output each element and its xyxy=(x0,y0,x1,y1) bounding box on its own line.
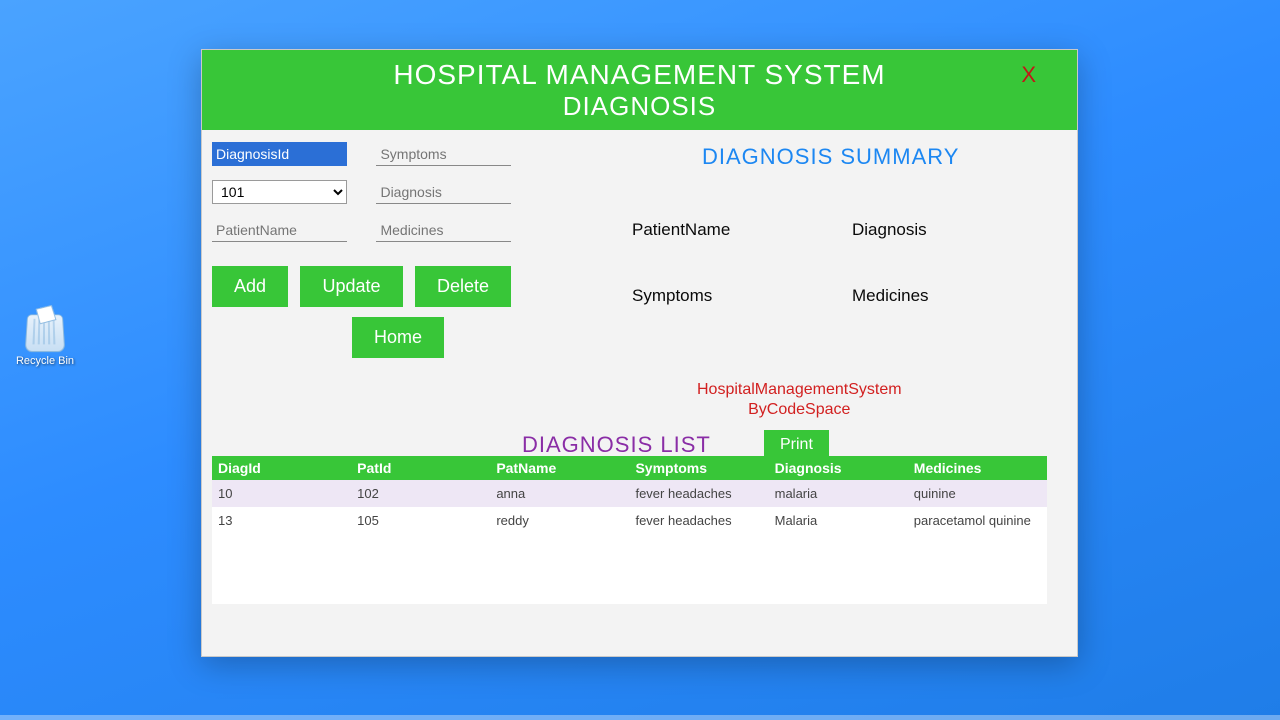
summary-title: DIAGNOSIS SUMMARY xyxy=(702,144,959,170)
table-cell: quinine xyxy=(908,480,1047,507)
diagnosis-grid[interactable]: DiagIdPatIdPatNameSymptomsDiagnosisMedic… xyxy=(212,456,1047,604)
summary-label-medicines: Medicines xyxy=(852,286,1052,306)
credit-line-1: HospitalManagementSystem xyxy=(697,380,902,400)
table-cell: 105 xyxy=(351,507,490,534)
table-cell: fever headaches xyxy=(629,507,768,534)
table-cell: malaria xyxy=(769,480,908,507)
medicines-input[interactable] xyxy=(376,218,511,242)
delete-button[interactable]: Delete xyxy=(415,266,511,307)
table-row[interactable]: 13105reddyfever headachesMalariaparaceta… xyxy=(212,507,1047,534)
add-button[interactable]: Add xyxy=(212,266,288,307)
table-cell: paracetamol quinine xyxy=(908,507,1047,534)
symptoms-input[interactable] xyxy=(376,142,511,166)
title-line-1: HOSPITAL MANAGEMENT SYSTEM xyxy=(202,59,1077,91)
patient-select[interactable]: 101102105 xyxy=(212,180,347,204)
diagnosis-input[interactable] xyxy=(376,180,511,204)
table-cell: 102 xyxy=(351,480,490,507)
credit-text: HospitalManagementSystem ByCodeSpace xyxy=(697,380,902,420)
close-button[interactable]: X xyxy=(1021,62,1037,88)
form-area: 101102105 Add Update Delete Home xyxy=(212,142,532,368)
column-header[interactable]: Symptoms xyxy=(629,456,768,480)
patient-name-input[interactable] xyxy=(212,218,347,242)
app-window: HOSPITAL MANAGEMENT SYSTEM DIAGNOSIS X 1… xyxy=(201,49,1078,657)
summary-grid: PatientName Diagnosis Symptoms Medicines xyxy=(632,220,1052,306)
table-cell: fever headaches xyxy=(629,480,768,507)
column-header[interactable]: PatId xyxy=(351,456,490,480)
table-cell: 10 xyxy=(212,480,351,507)
summary-label-diagnosis: Diagnosis xyxy=(852,220,1052,240)
column-header[interactable]: DiagId xyxy=(212,456,351,480)
table-row[interactable]: 10102annafever headachesmalariaquinine xyxy=(212,480,1047,507)
credit-line-2: ByCodeSpace xyxy=(697,400,902,420)
taskbar[interactable] xyxy=(0,715,1280,720)
diagnosis-id-input[interactable] xyxy=(212,142,347,166)
column-header[interactable]: PatName xyxy=(490,456,629,480)
table-cell: anna xyxy=(490,480,629,507)
table-cell: reddy xyxy=(490,507,629,534)
column-header[interactable]: Medicines xyxy=(908,456,1047,480)
summary-label-symptoms: Symptoms xyxy=(632,286,832,306)
table-cell: 13 xyxy=(212,507,351,534)
list-title: DIAGNOSIS LIST xyxy=(522,432,711,458)
summary-label-patientname: PatientName xyxy=(632,220,832,240)
recycle-bin-label: Recycle Bin xyxy=(15,355,75,367)
title-line-2: DIAGNOSIS xyxy=(202,91,1077,122)
recycle-bin-icon[interactable]: Recycle Bin xyxy=(15,313,75,367)
column-header[interactable]: Diagnosis xyxy=(769,456,908,480)
home-button[interactable]: Home xyxy=(352,317,444,358)
table-cell: Malaria xyxy=(769,507,908,534)
title-bar: HOSPITAL MANAGEMENT SYSTEM DIAGNOSIS X xyxy=(202,50,1077,130)
update-button[interactable]: Update xyxy=(300,266,402,307)
